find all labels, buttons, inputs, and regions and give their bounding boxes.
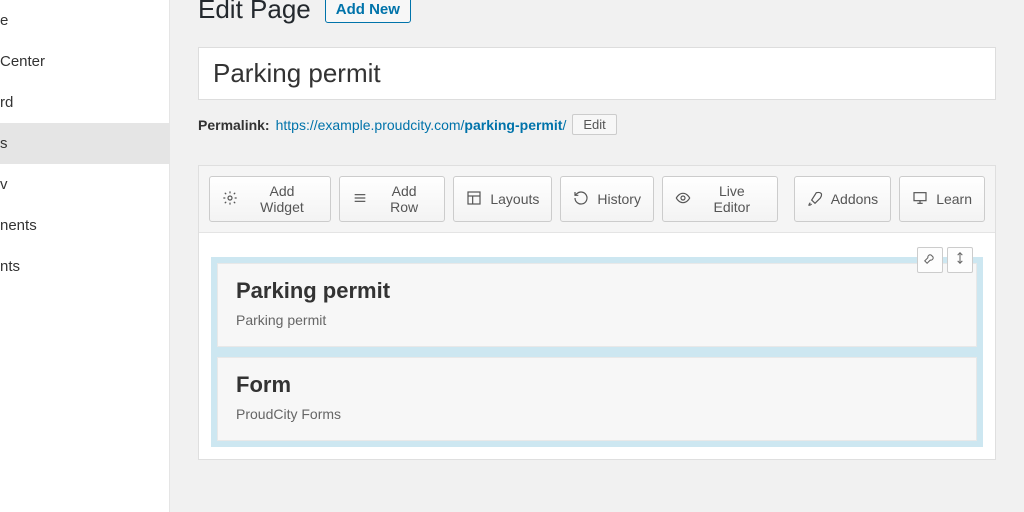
builder-canvas: Parking permit Parking permit Form Proud…: [199, 233, 995, 459]
layouts-button[interactable]: Layouts: [453, 176, 552, 222]
wrench-icon: [923, 251, 937, 270]
sidebar-item[interactable]: rd: [0, 82, 169, 123]
presentation-icon: [912, 190, 928, 209]
add-new-button[interactable]: Add New: [325, 0, 411, 23]
toolbar-label: Add Row: [376, 183, 432, 215]
page-heading: Edit Page: [198, 0, 311, 25]
widget-title: Parking permit: [236, 278, 958, 304]
add-row-button[interactable]: Add Row: [339, 176, 445, 222]
permalink-slug: parking-permit: [464, 117, 562, 133]
toolbar-label: Learn: [936, 191, 972, 207]
sidebar-item[interactable]: e: [0, 0, 169, 41]
toolbar-label: Live Editor: [699, 183, 765, 215]
permalink-base: https://example.proudcity.com/: [276, 117, 465, 133]
widget-card[interactable]: Parking permit Parking permit: [217, 263, 977, 347]
sidebar-item[interactable]: Center: [0, 41, 169, 82]
permalink-label: Permalink:: [198, 117, 270, 133]
add-widget-button[interactable]: Add Widget: [209, 176, 331, 222]
widget-card[interactable]: Form ProudCity Forms: [217, 357, 977, 441]
sidebar-item[interactable]: v: [0, 164, 169, 205]
row-move-button[interactable]: [947, 247, 973, 273]
addons-button[interactable]: Addons: [794, 176, 891, 222]
permalink-edit-button[interactable]: Edit: [572, 114, 616, 135]
gear-icon: [222, 190, 238, 209]
history-icon: [573, 190, 589, 209]
sidebar-item[interactable]: nts: [0, 246, 169, 287]
history-button[interactable]: History: [560, 176, 654, 222]
rows-icon: [352, 190, 368, 209]
page-title-input[interactable]: [198, 47, 996, 100]
rocket-icon: [807, 190, 823, 209]
eye-icon: [675, 190, 691, 209]
move-vertical-icon: [953, 251, 967, 270]
builder-toolbar: Add Widget Add Row Layouts History Live …: [199, 166, 995, 233]
layout-icon: [466, 190, 482, 209]
toolbar-label: Layouts: [490, 191, 539, 207]
toolbar-label: Add Widget: [246, 183, 318, 215]
toolbar-label: Addons: [831, 191, 878, 207]
permalink-link[interactable]: https://example.proudcity.com/parking-pe…: [276, 117, 567, 133]
live-editor-button[interactable]: Live Editor: [662, 176, 778, 222]
page-builder-panel: Add Widget Add Row Layouts History Live …: [198, 165, 996, 460]
admin-sidebar: e Center rd s v nents nts: [0, 0, 170, 512]
sidebar-item[interactable]: nents: [0, 205, 169, 246]
permalink-trail: /: [562, 117, 566, 133]
row-settings-button[interactable]: [917, 247, 943, 273]
widget-subtitle: ProudCity Forms: [236, 406, 958, 422]
widget-subtitle: Parking permit: [236, 312, 958, 328]
sidebar-item[interactable]: s: [0, 123, 169, 164]
main-content: Edit Page Add New Permalink: https://exa…: [170, 0, 1024, 512]
learn-button[interactable]: Learn: [899, 176, 985, 222]
builder-row[interactable]: Parking permit Parking permit Form Proud…: [211, 257, 983, 447]
widget-title: Form: [236, 372, 958, 398]
toolbar-label: History: [597, 191, 641, 207]
